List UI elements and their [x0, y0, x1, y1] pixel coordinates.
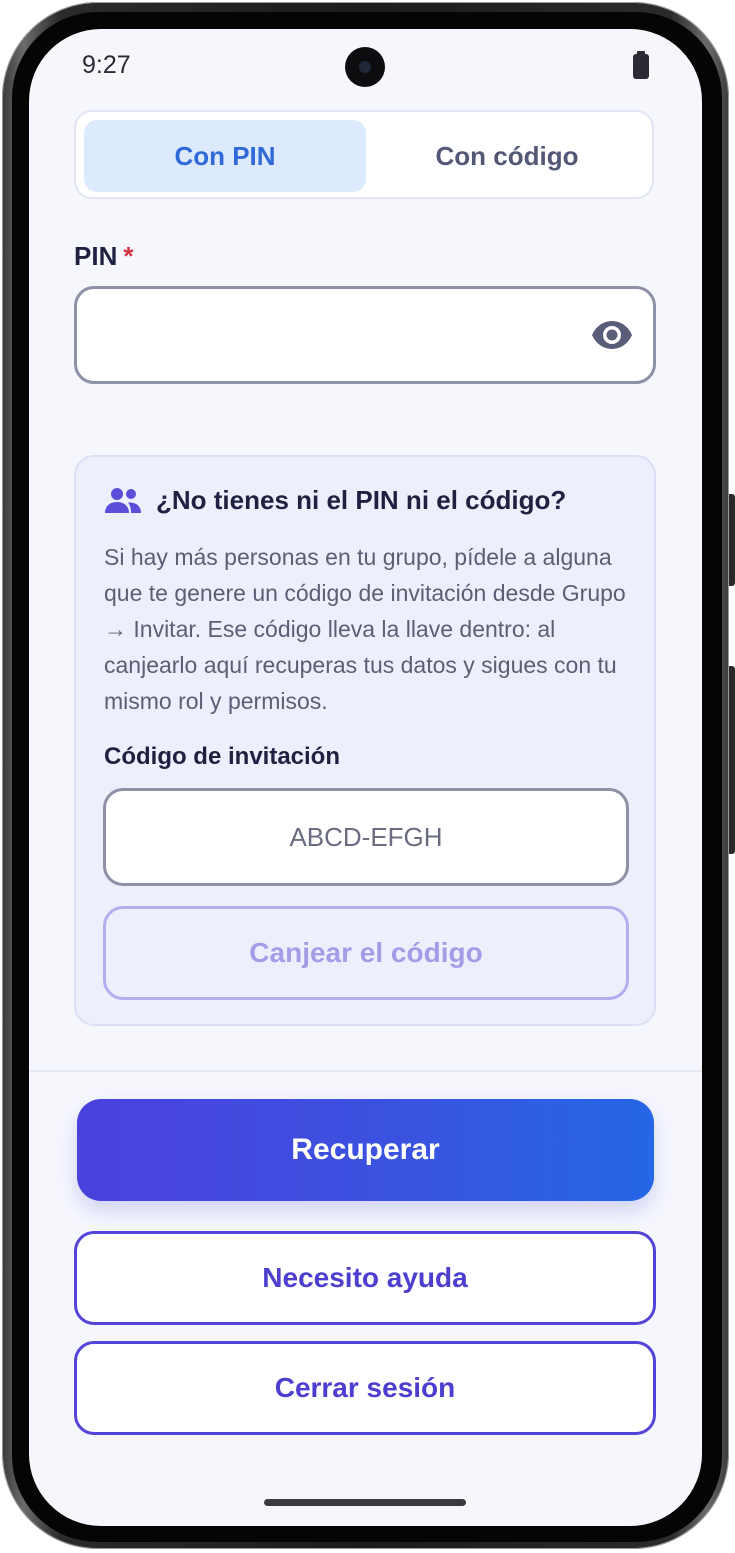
volume-button: [729, 494, 735, 586]
tab-con-codigo[interactable]: Con código: [366, 120, 648, 192]
divider: [29, 1070, 702, 1072]
invite-code-input[interactable]: [103, 788, 629, 886]
help-card-header: ¿No tienes ni el PIN ni el código?: [104, 485, 566, 516]
invite-code-label: Código de invitación: [104, 743, 341, 770]
people-icon: [105, 487, 141, 513]
pin-input[interactable]: [74, 286, 656, 384]
battery-icon: [633, 51, 649, 79]
redeem-code-button[interactable]: Canjear el código: [103, 906, 629, 1000]
status-bar: 9:27: [29, 29, 702, 101]
help-card-body: Si hay más personas en tu grupo, pídele …: [104, 544, 626, 714]
front-camera: [345, 47, 385, 87]
pin-label: PIN *: [74, 241, 133, 272]
help-card-title: ¿No tienes ni el PIN ni el código?: [156, 485, 567, 515]
pin-label-text: PIN: [74, 241, 118, 271]
status-time: 9:27: [82, 51, 131, 79]
screen: 9:27 Con PIN Con código PIN * ¿No tienes…: [29, 29, 702, 1526]
recover-button[interactable]: Recuperar: [77, 1099, 654, 1201]
need-help-button[interactable]: Necesito ayuda: [74, 1231, 656, 1325]
home-indicator[interactable]: [264, 1499, 466, 1506]
help-card: ¿No tienes ni el PIN ni el código? Si ha…: [74, 455, 656, 1026]
phone-frame: 9:27 Con PIN Con código PIN * ¿No tienes…: [0, 0, 735, 1553]
tab-con-pin[interactable]: Con PIN: [84, 120, 366, 192]
power-button: [729, 666, 735, 854]
recovery-method-tabs: Con PIN Con código: [74, 110, 654, 199]
logout-button[interactable]: Cerrar sesión: [74, 1341, 656, 1435]
eye-icon[interactable]: [591, 318, 633, 352]
required-marker: *: [123, 241, 134, 271]
